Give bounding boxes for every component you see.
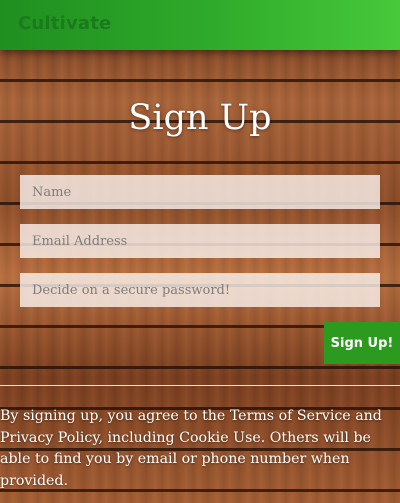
brand-logo-text[interactable]: Cultivate: [18, 13, 111, 34]
sign-up-button[interactable]: Sign Up!: [324, 322, 400, 364]
top-nav-bar: Cultivate: [0, 0, 400, 50]
page-title: Sign Up: [128, 98, 272, 138]
password-input[interactable]: [20, 273, 380, 307]
terms-notice: By signing up, you agree to the Terms of…: [0, 408, 382, 489]
name-input[interactable]: [20, 175, 380, 209]
email-input[interactable]: [20, 224, 380, 258]
section-divider: [0, 385, 400, 386]
